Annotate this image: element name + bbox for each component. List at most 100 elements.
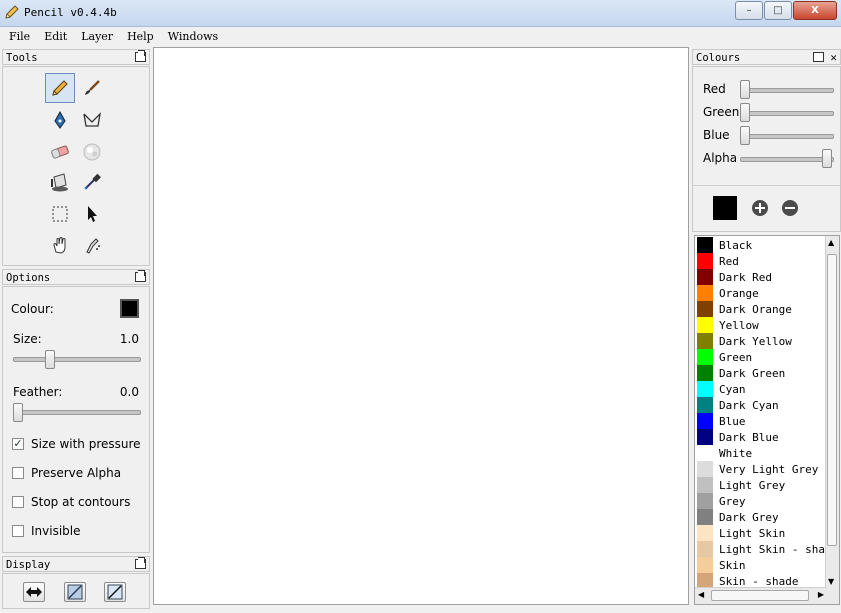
drawing-canvas[interactable] — [153, 47, 689, 605]
colour-swatch-button[interactable] — [120, 299, 139, 318]
palette-item[interactable]: Grey — [697, 493, 746, 509]
palette-item[interactable]: Green — [697, 349, 752, 365]
bucket-tool[interactable] — [45, 167, 75, 197]
checkbox[interactable]: ✓ — [12, 438, 24, 450]
palette-item[interactable]: Light Grey — [697, 477, 785, 493]
palette-item[interactable]: Red — [697, 253, 739, 269]
polyline-tool[interactable] — [77, 105, 107, 135]
checkbox-label[interactable]: Preserve Alpha — [31, 466, 121, 480]
palette-colour-name: Dark Blue — [719, 430, 779, 444]
palette-colour-name: Green — [719, 350, 753, 364]
smudge-tool[interactable] — [77, 137, 107, 167]
eyedropper-icon — [84, 173, 101, 190]
palette-colour-chip — [697, 269, 713, 285]
palette-item[interactable]: Dark Yellow — [697, 333, 792, 349]
dock-float-icon[interactable] — [135, 50, 146, 62]
size-slider-track[interactable] — [13, 357, 141, 362]
move-tool[interactable] — [77, 199, 107, 229]
palette-item[interactable]: Dark Red — [697, 269, 772, 285]
palette-item[interactable]: Light Skin — [697, 525, 785, 541]
palette-colour-chip — [697, 349, 713, 365]
colour-label: Colour: — [11, 302, 54, 316]
colour-slider-handle[interactable] — [740, 80, 750, 99]
palette-item[interactable]: Cyan — [697, 381, 746, 397]
colour-slider-handle[interactable] — [740, 103, 750, 122]
brush-icon — [85, 80, 100, 95]
palette-item[interactable]: White — [697, 445, 752, 461]
colour-slider-track[interactable] — [740, 157, 834, 162]
palette-item[interactable]: Light Skin - shade — [697, 541, 838, 557]
close-button[interactable]: X — [793, 1, 837, 20]
palette-colour-chip — [697, 557, 713, 573]
palette-item[interactable]: Dark Grey — [697, 509, 779, 525]
palette-item[interactable]: Dark Blue — [697, 429, 779, 445]
palette-vertical-scrollbar[interactable]: ▲ ▼ — [825, 236, 839, 588]
palette-item[interactable]: Dark Green — [697, 365, 785, 381]
select-tool[interactable] — [45, 199, 75, 229]
checkbox-label[interactable]: Stop at contours — [31, 495, 130, 509]
eraser-tool[interactable] — [45, 137, 75, 167]
minimize-button[interactable]: – — [735, 1, 763, 20]
checkbox[interactable] — [12, 496, 24, 508]
polyline-icon — [83, 112, 101, 127]
pen-tool[interactable] — [45, 105, 75, 135]
clear-tool[interactable] — [77, 230, 107, 260]
palette-item[interactable]: Orange — [697, 285, 759, 301]
menu-windows[interactable]: Windows — [161, 30, 225, 43]
palette-item[interactable]: Very Light Grey — [697, 461, 818, 477]
maximize-button[interactable]: □ — [764, 1, 792, 20]
palette-item[interactable]: Black — [697, 237, 752, 253]
eyedropper-tool[interactable] — [77, 167, 107, 197]
options-title: Options — [6, 272, 51, 284]
scroll-thumb[interactable] — [827, 254, 837, 546]
pen-nib-icon — [54, 110, 66, 129]
palette-item[interactable]: Blue — [697, 413, 746, 429]
current-colour-swatch[interactable] — [713, 196, 737, 220]
scroll-thumb[interactable] — [711, 590, 809, 601]
colours-dock-title: Colours ✕ — [692, 49, 841, 65]
colour-slider-label: Alpha — [703, 151, 738, 165]
checkbox-label[interactable]: Size with pressure — [31, 437, 141, 451]
dock-close-icon[interactable]: ✕ — [830, 50, 837, 66]
feather-slider-track[interactable] — [13, 410, 141, 415]
scroll-up-arrow-icon[interactable]: ▲ — [828, 238, 834, 247]
checkbox[interactable] — [12, 467, 24, 479]
dock-float-icon[interactable] — [135, 557, 146, 569]
scroll-left-arrow-icon[interactable]: ◀ — [698, 590, 704, 599]
flip-horizontal-button[interactable] — [23, 582, 45, 602]
palette-item[interactable]: Dark Orange — [697, 301, 792, 317]
pencil-tool[interactable] — [45, 73, 75, 103]
feather-label: Feather: — [13, 385, 63, 399]
palette-colour-chip — [697, 317, 713, 333]
palette-colour-name: Dark Cyan — [719, 398, 779, 412]
feather-slider-handle[interactable] — [13, 403, 23, 422]
palette-item[interactable]: Skin — [697, 557, 746, 573]
palette-horizontal-scrollbar[interactable]: ◀ ▶ — [695, 587, 827, 604]
toggle-outline-button[interactable] — [104, 582, 126, 602]
menu-help[interactable]: Help — [120, 30, 161, 43]
toggle-onion-prev-button[interactable] — [64, 582, 86, 602]
colour-slider-track[interactable] — [740, 134, 834, 139]
colour-slider-handle[interactable] — [740, 126, 750, 145]
checkbox-label[interactable]: Invisible — [31, 524, 81, 538]
scroll-right-arrow-icon[interactable]: ▶ — [818, 590, 824, 599]
scroll-down-arrow-icon[interactable]: ▼ — [828, 577, 834, 586]
hand-tool[interactable] — [45, 230, 75, 260]
add-colour-icon[interactable] — [751, 199, 769, 217]
menu-file[interactable]: File — [0, 30, 37, 43]
colour-slider-track[interactable] — [740, 88, 834, 93]
dock-float-icon[interactable] — [135, 270, 146, 282]
checkbox[interactable] — [12, 525, 24, 537]
size-slider-handle[interactable] — [45, 350, 56, 369]
dock-float-icon[interactable] — [813, 52, 824, 62]
colour-slider-handle[interactable] — [822, 149, 832, 168]
palette-item[interactable]: Dark Cyan — [697, 397, 779, 413]
remove-colour-icon[interactable] — [781, 199, 799, 217]
colour-slider-track[interactable] — [740, 111, 834, 116]
menu-layer[interactable]: Layer — [74, 30, 120, 43]
palette-colour-chip — [697, 525, 713, 541]
menu-edit[interactable]: Edit — [37, 30, 74, 43]
menu-bar: File Edit Layer Help Windows — [0, 27, 841, 45]
brush-tool[interactable] — [77, 73, 107, 103]
palette-item[interactable]: Yellow — [697, 317, 759, 333]
